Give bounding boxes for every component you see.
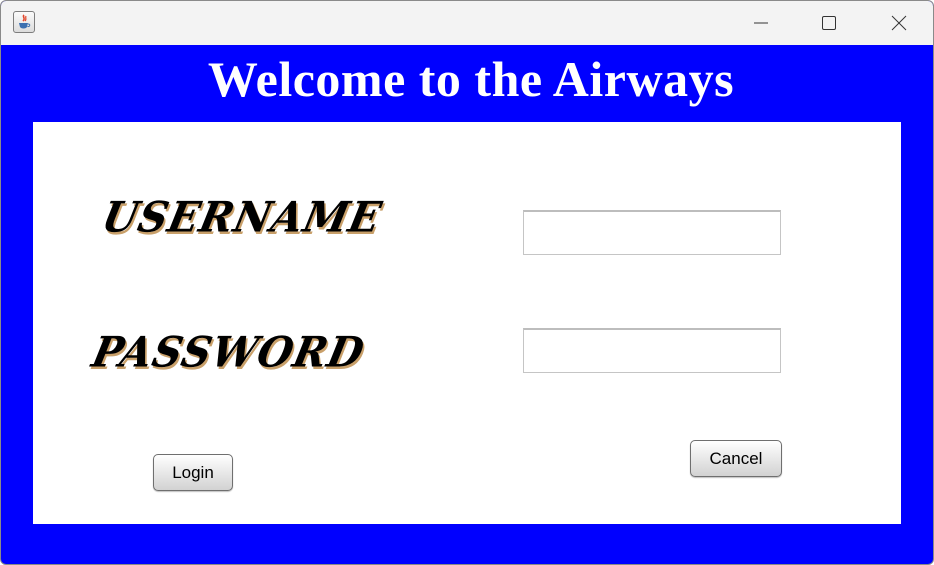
close-icon — [891, 15, 907, 31]
maximize-icon — [822, 16, 836, 30]
username-label: USERNAME — [97, 192, 387, 243]
cancel-button[interactable]: Cancel — [690, 440, 782, 477]
login-button[interactable]: Login — [153, 454, 233, 491]
minimize-button[interactable] — [731, 1, 791, 45]
username-field[interactable] — [523, 210, 781, 255]
java-cup-icon[interactable] — [13, 11, 35, 33]
page-title: Welcome to the Airways — [207, 51, 735, 107]
maximize-button[interactable] — [799, 1, 859, 45]
password-field[interactable] — [523, 328, 781, 373]
title-bar[interactable] — [1, 1, 933, 45]
minimize-icon — [754, 22, 768, 24]
password-label: PASSWORD — [87, 327, 370, 378]
login-form-panel: USERNAME PASSWORD Login Cancel — [33, 122, 901, 524]
login-window: Welcome to the Airways USERNAME PASSWORD… — [0, 0, 934, 565]
close-button[interactable] — [869, 1, 929, 45]
